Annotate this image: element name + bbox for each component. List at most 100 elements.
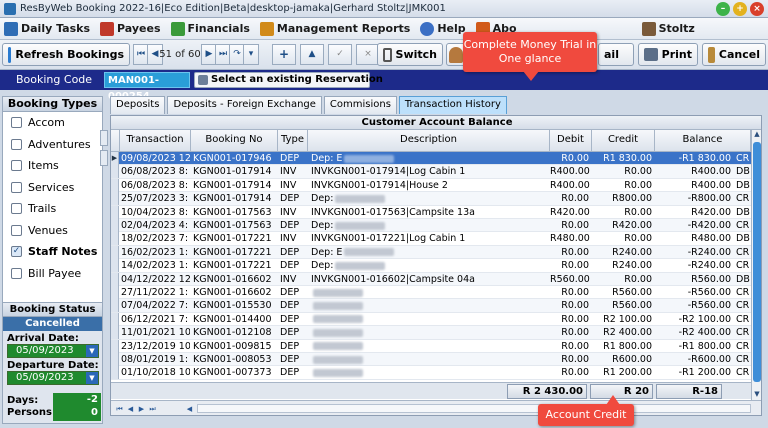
checkbox[interactable] bbox=[11, 138, 22, 150]
cell-balance: -R2 100.00 bbox=[678, 313, 731, 325]
table-row[interactable]: 07/04/2022 7: KGN001-015530 DEP R0.00 R560.0… bbox=[111, 299, 751, 313]
checkbox[interactable] bbox=[11, 117, 22, 129]
confirm-record-button[interactable]: ✓ bbox=[328, 44, 352, 65]
calendar-dropdown-icon[interactable]: ▼ bbox=[86, 345, 98, 357]
booking-code-field[interactable]: MAN001-000254 bbox=[104, 72, 190, 102]
column-credit[interactable]: Credit bbox=[592, 130, 655, 152]
booking-status-panel: Booking Status Cancelled Arrival Date: 0… bbox=[2, 302, 103, 424]
checkbox[interactable] bbox=[11, 203, 22, 215]
booking-type-services[interactable]: Services bbox=[3, 177, 102, 199]
cell-credit: R1 800.00 bbox=[603, 340, 652, 352]
booking-type-accom[interactable]: Accom bbox=[3, 112, 102, 134]
add-record-button[interactable]: + bbox=[272, 44, 296, 65]
menu-user[interactable]: Stoltz bbox=[641, 21, 695, 36]
booking-type-staff-notes[interactable]: ✓ Staff Notes bbox=[3, 241, 102, 263]
menu-payees[interactable]: Payees bbox=[100, 21, 161, 36]
nav-first-icon[interactable]: ⏮ bbox=[115, 404, 124, 414]
cell-balance: -R560.00 bbox=[687, 287, 731, 298]
departure-date-value[interactable]: 05/09/2023 bbox=[8, 372, 86, 384]
tab-transaction-history[interactable]: Transaction History bbox=[398, 96, 507, 114]
table-row[interactable]: 16/02/2023 1: KGN001-017221 DEP Dep: E R0.00… bbox=[111, 245, 751, 260]
column-type[interactable]: Type bbox=[278, 130, 308, 152]
table-row[interactable]: 23/12/2019 10 KGN001-009815 DEP R0.00 R1 800… bbox=[111, 339, 751, 353]
refresh-bookings-button[interactable]: Refresh Bookings bbox=[2, 43, 130, 66]
window-title: ResByWeb Booking 2022-16|Eco Edition|Bet… bbox=[20, 3, 446, 14]
nav-last-icon[interactable]: ⏭ bbox=[148, 404, 157, 414]
checkbox[interactable] bbox=[11, 267, 22, 279]
scroll-thumb[interactable] bbox=[753, 142, 761, 382]
move-up-button[interactable]: ▲ bbox=[300, 44, 324, 65]
table-row[interactable]: 14/02/2023 1: KGN001-017221 DEP Dep: R0.00 R2… bbox=[111, 259, 751, 273]
column-debit[interactable]: Debit bbox=[550, 130, 592, 152]
arrival-date-value[interactable]: 05/09/2023 bbox=[8, 345, 86, 357]
departure-date-field[interactable]: 05/09/2023 ▼ bbox=[7, 371, 99, 385]
cell-transaction: 27/11/2022 1: bbox=[121, 287, 189, 298]
table-row[interactable]: 01/10/2018 10 KGN001-007373 DEP R0.00 R1 200… bbox=[111, 366, 751, 380]
arrival-date-field[interactable]: 05/09/2023 ▼ bbox=[7, 344, 99, 358]
calendar-dropdown-icon[interactable]: ▼ bbox=[86, 372, 98, 384]
side-tab[interactable] bbox=[100, 150, 108, 166]
cancel-button[interactable]: Cancel bbox=[702, 43, 766, 66]
calendar-icon bbox=[4, 21, 18, 36]
checkbox[interactable] bbox=[11, 224, 22, 236]
cell-credit: R800.00 bbox=[612, 193, 652, 205]
table-row[interactable]: 04/12/2022 12 KGN001-016602 INV INVKGN001-0… bbox=[111, 272, 751, 286]
switch-button[interactable]: Switch bbox=[377, 43, 443, 66]
cell-debit: R0.00 bbox=[561, 340, 589, 352]
column-booking-no[interactable]: Booking No bbox=[191, 130, 278, 152]
table-row[interactable]: 02/04/2023 4: KGN001-017563 DEP Dep: R0.00 R4… bbox=[111, 219, 751, 233]
booking-type-items[interactable]: Items bbox=[3, 155, 102, 177]
booking-type-bill-payee[interactable]: Bill Payee bbox=[3, 263, 102, 285]
menu-financials[interactable]: Financials bbox=[170, 21, 250, 36]
checkbox[interactable] bbox=[11, 160, 22, 172]
column-balance[interactable]: Balance bbox=[655, 130, 751, 152]
cell-balance: -R240.00 bbox=[687, 260, 731, 272]
booking-type-venues[interactable]: Venues bbox=[3, 220, 102, 242]
table-row[interactable]: 25/07/2023 3: KGN001-017914 DEP Dep: R0.00 R8… bbox=[111, 192, 751, 206]
tab-deposits-foreign-exchange[interactable]: Deposits - Foreign Exchange bbox=[167, 96, 322, 114]
column-transaction[interactable]: Transaction bbox=[120, 130, 191, 152]
table-row[interactable]: 06/12/2021 7: KGN001-014400 DEP R0.00 R2 100… bbox=[111, 312, 751, 327]
switch-label: Switch bbox=[395, 48, 437, 61]
cell-booking-no: KGN001-017563 bbox=[193, 220, 272, 231]
booking-type-adventures[interactable]: Adventures bbox=[3, 134, 102, 156]
select-reservation-button[interactable]: Select an existing Reservation bbox=[194, 72, 383, 88]
checkbox-checked[interactable]: ✓ bbox=[11, 246, 22, 258]
nav-next-icon[interactable]: ▶ bbox=[137, 404, 146, 414]
cell-booking-no: KGN001-017221 bbox=[193, 246, 272, 258]
menu-daily-tasks[interactable]: Daily Tasks bbox=[4, 21, 90, 36]
row-indicator bbox=[111, 165, 119, 179]
tab-commisions[interactable]: Commisions bbox=[323, 96, 397, 114]
minimize-button[interactable]: – bbox=[716, 2, 730, 16]
checkbox[interactable] bbox=[11, 181, 22, 193]
record-options-button[interactable]: ▾ bbox=[243, 44, 259, 65]
table-row[interactable]: 08/01/2019 1: KGN001-008053 DEP R0.00 R600.0… bbox=[111, 353, 751, 367]
table-row[interactable]: 27/11/2022 1: KGN001-016602 DEP R0.00 R560.0… bbox=[111, 286, 751, 300]
table-row[interactable]: 18/02/2023 7: KGN001-017221 INV INVKGN001-0… bbox=[111, 232, 751, 246]
table-row[interactable]: 10/04/2023 8: KGN001-017563 INV INVKGN001-0… bbox=[111, 205, 751, 219]
maximize-button[interactable]: + bbox=[733, 2, 747, 16]
cell-type: DEP bbox=[280, 153, 300, 164]
vertical-scrollbar[interactable]: ▲ ▼ bbox=[751, 130, 761, 400]
table-row[interactable]: ▶ 09/08/2023 12 KGN001-017946 DEP Dep: E R0.0… bbox=[111, 152, 751, 166]
cell-type: DEP bbox=[280, 367, 300, 379]
nav-prev-icon[interactable]: ◀ bbox=[126, 404, 135, 414]
scroll-up-icon[interactable]: ▲ bbox=[752, 130, 761, 140]
table-row[interactable]: 06/08/2023 8: KGN001-017914 INV INVKGN001-0… bbox=[111, 165, 751, 179]
row-indicator bbox=[111, 326, 119, 340]
horizontal-scrollbar[interactable] bbox=[197, 404, 751, 413]
column-description[interactable]: Description bbox=[308, 130, 550, 152]
side-tab[interactable] bbox=[100, 130, 108, 146]
scroll-down-icon[interactable]: ▼ bbox=[752, 390, 761, 400]
menu-management-reports[interactable]: Management Reports bbox=[259, 21, 410, 36]
close-window-button[interactable]: × bbox=[750, 2, 764, 16]
email-button[interactable]: ail bbox=[598, 43, 634, 66]
table-row[interactable]: 11/01/2021 10 KGN001-012108 DEP R0.00 R2 400… bbox=[111, 326, 751, 340]
print-button[interactable]: Print bbox=[638, 43, 698, 66]
hscroll-left-icon[interactable]: ◀ bbox=[185, 404, 194, 414]
table-row[interactable]: 06/08/2023 8: KGN001-017914 INV INVKGN001-0… bbox=[111, 178, 751, 193]
tab-deposits[interactable]: Deposits bbox=[110, 96, 166, 114]
booking-status-value: Cancelled bbox=[3, 317, 102, 331]
booking-type-trails[interactable]: Trails bbox=[3, 198, 102, 220]
menu-help[interactable]: Help bbox=[420, 21, 466, 36]
